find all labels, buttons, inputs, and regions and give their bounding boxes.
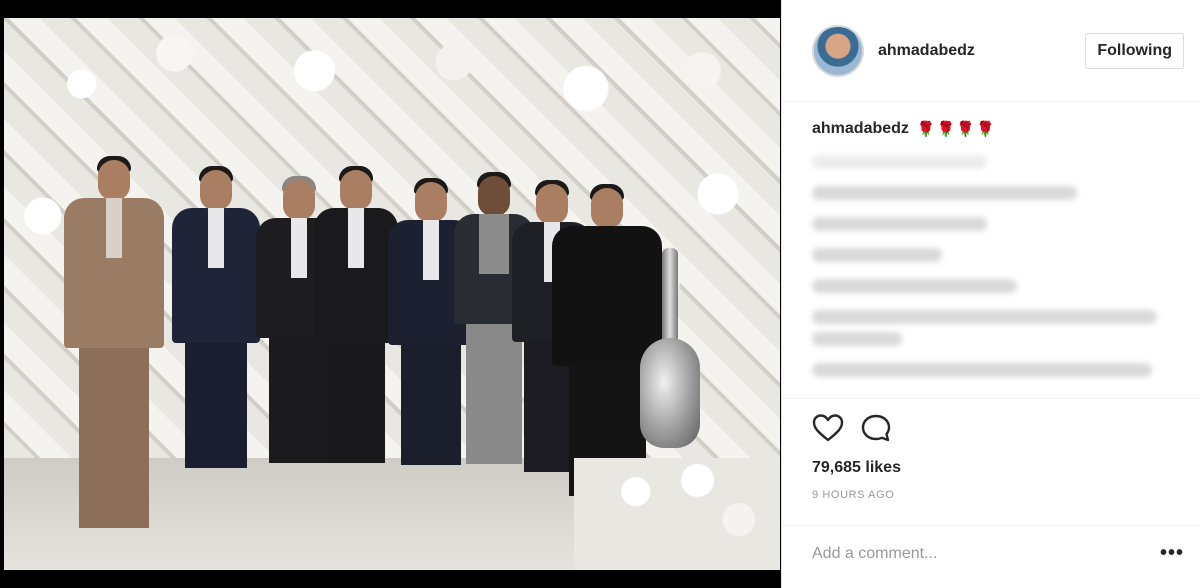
person-head: [283, 180, 315, 220]
person-legs: [185, 343, 247, 468]
person-shirt: [348, 208, 364, 268]
caption-area: ahmadabedz 🌹 🌹 🌹 🌹: [782, 102, 1200, 398]
silver-vase: [640, 338, 700, 448]
person-legs: [268, 338, 330, 463]
avatar[interactable]: [812, 24, 864, 77]
blurred-comment: [812, 248, 942, 262]
person-head: [478, 176, 510, 216]
post-photo-pane: [0, 0, 780, 588]
post-photo[interactable]: [4, 18, 780, 570]
blurred-comment: [812, 155, 987, 169]
rose-icon: 🌹: [956, 121, 975, 138]
caption: ahmadabedz 🌹 🌹 🌹 🌹: [812, 120, 1170, 138]
comment-row: •••: [782, 525, 1200, 581]
comment-bubble-icon[interactable]: [860, 413, 892, 448]
blurred-comment: [812, 279, 1017, 293]
post-actions: 79,685 likes 9 HOURS AGO •••: [782, 398, 1200, 588]
person-shirt: [423, 220, 439, 280]
post-sidebar: ahmadabedz Following ahmadabedz 🌹 🌹 🌹 🌹: [781, 0, 1200, 588]
person-shirt: [291, 218, 307, 278]
blurred-comment: [812, 363, 1152, 377]
person-legs: [466, 324, 522, 464]
following-button[interactable]: Following: [1085, 32, 1184, 69]
person-legs: [400, 345, 462, 465]
post-header: ahmadabedz Following: [782, 0, 1200, 102]
person-head: [200, 170, 232, 210]
heart-icon[interactable]: [812, 413, 844, 448]
username-link[interactable]: ahmadabedz: [878, 42, 975, 60]
person-legs: [79, 348, 149, 528]
person-head: [415, 182, 447, 222]
person-2: [172, 166, 260, 468]
person-shirt: [599, 226, 615, 286]
blurred-comment: [812, 310, 1157, 324]
person-head: [340, 170, 372, 210]
blurred-comment: [812, 186, 1077, 200]
person-shirt: [208, 208, 224, 268]
person-legs: [326, 343, 386, 463]
rose-icon: 🌹: [936, 121, 956, 138]
person-8: [552, 184, 662, 496]
person-shirt: [106, 198, 122, 258]
flower-pedestal: [574, 458, 780, 570]
blurred-comment: [812, 217, 987, 231]
timestamp[interactable]: 9 HOURS AGO: [812, 489, 1170, 501]
person-1: [64, 156, 164, 528]
person-4: [314, 166, 398, 463]
vase-neck: [662, 248, 678, 343]
more-options-icon[interactable]: •••: [1160, 542, 1184, 565]
person-head: [98, 160, 130, 200]
rose-icon: 🌹: [975, 121, 995, 138]
like-count[interactable]: 79,685 likes: [812, 459, 1170, 477]
blurred-comment: [812, 332, 902, 346]
person-head: [536, 184, 568, 224]
caption-username[interactable]: ahmadabedz: [812, 120, 909, 138]
action-icons: [812, 413, 1170, 447]
person-head: [591, 188, 623, 228]
person-shirt: [479, 214, 509, 274]
rose-icon: 🌹: [916, 121, 936, 138]
comment-input[interactable]: [812, 544, 1160, 563]
